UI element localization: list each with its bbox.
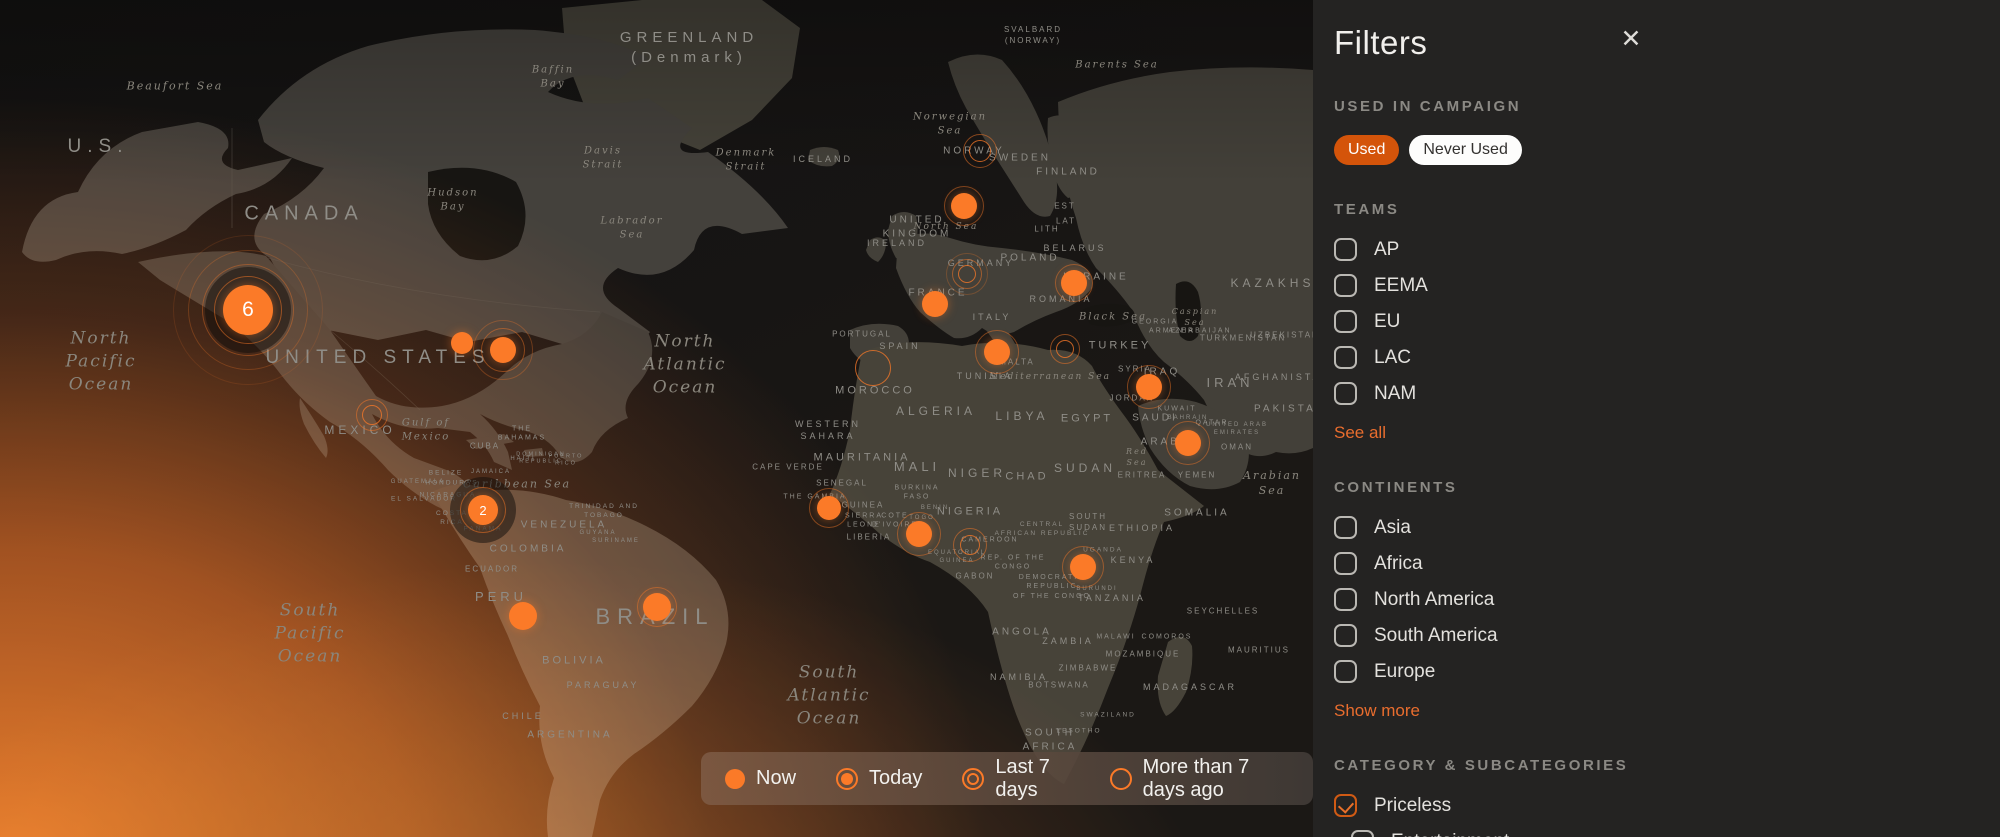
- checkbox-label: AP: [1374, 238, 1400, 260]
- legend-item: Last 7 days: [962, 756, 1069, 802]
- filter-option-entertainment[interactable]: Entertainment: [1351, 830, 1979, 837]
- checkbox-icon[interactable]: [1334, 238, 1357, 261]
- checkbox-label: Africa: [1374, 552, 1423, 574]
- legend-label: Today: [869, 767, 923, 789]
- map-legend: Now Today Last 7 days More than 7 days ago: [701, 752, 1313, 805]
- filter-option-ap[interactable]: AP: [1334, 238, 1979, 261]
- legend-label: Now: [756, 767, 797, 789]
- filter-section: CATEGORY & SUBCATEGORIES Priceless Enterta…: [1334, 757, 1979, 837]
- map-landmasses: [22, 0, 1313, 837]
- see-all-link[interactable]: See all: [1334, 423, 1386, 443]
- filter-section: USED IN CAMPAIGN Used Never Used: [1334, 98, 1979, 165]
- section-header: USED IN CAMPAIGN: [1334, 98, 1522, 115]
- checkbox-label: Entertainment: [1391, 831, 1509, 837]
- section-header: CATEGORY & SUBCATEGORIES: [1334, 757, 1629, 774]
- checkbox-icon[interactable]: [1334, 660, 1357, 683]
- legend-label: Last 7 days: [995, 755, 1050, 801]
- checkbox-label: NAM: [1374, 382, 1417, 404]
- checkbox-icon[interactable]: [1334, 624, 1357, 647]
- filter-option-lac[interactable]: LAC: [1334, 346, 1979, 369]
- checkbox-label: Europe: [1374, 660, 1436, 682]
- filter-option-priceless[interactable]: Priceless: [1334, 794, 1979, 817]
- checkbox-icon[interactable]: [1334, 516, 1357, 539]
- filters-panel: Filters ✕ USED IN CAMPAIGN Used Never Used…: [1313, 0, 2000, 837]
- close-icon[interactable]: ✕: [1616, 24, 1646, 54]
- checkbox-label: North America: [1374, 588, 1495, 610]
- checkbox-icon[interactable]: [1334, 274, 1357, 297]
- app-root: U.S. CANADA UNITED STATES MEXICO GREENLAND (…: [0, 0, 2000, 837]
- filter-option-eu[interactable]: EU: [1334, 310, 1979, 333]
- checkbox-icon[interactable]: [1334, 382, 1357, 405]
- checkbox-icon[interactable]: [1334, 346, 1357, 369]
- checkbox-icon[interactable]: [1334, 588, 1357, 611]
- checkbox-label: EU: [1374, 310, 1401, 332]
- now-filled-circle-icon: [725, 768, 745, 789]
- checkbox-label: LAC: [1374, 346, 1411, 368]
- filters-title: Filters: [1334, 24, 1428, 61]
- checkbox-icon[interactable]: [1334, 552, 1357, 575]
- pill-group: Used Never Used: [1334, 135, 1979, 165]
- never-used-pill-button[interactable]: Never Used: [1409, 135, 1522, 165]
- today-dot-ring-icon: [836, 767, 859, 790]
- checkbox-label: EEMA: [1374, 274, 1428, 296]
- legend-label: More than 7 days ago: [1142, 755, 1250, 801]
- checkbox-label: South America: [1374, 624, 1498, 646]
- last7days-double-ring-icon: [962, 767, 985, 790]
- filter-option-asia[interactable]: Asia: [1334, 516, 1979, 539]
- filters-sections: USED IN CAMPAIGN Used Never Used TEAMS AP EEM…: [1313, 98, 2000, 837]
- used-pill-button[interactable]: Used: [1334, 135, 1400, 165]
- checkbox-icon[interactable]: [1334, 310, 1357, 333]
- filter-section: TEAMS AP EEMA EU LAC NAM See all: [1334, 201, 1979, 443]
- filter-section: CONTINENTS Asia Africa North America South A…: [1334, 479, 1979, 721]
- section-header: CONTINENTS: [1334, 479, 1458, 496]
- filter-option-nam[interactable]: NAM: [1334, 382, 1979, 405]
- checkbox-label: Asia: [1374, 516, 1411, 538]
- checkbox-label: Priceless: [1374, 794, 1452, 816]
- world-map[interactable]: U.S. CANADA UNITED STATES MEXICO GREENLAND (…: [0, 0, 1313, 837]
- filter-option-europe[interactable]: Europe: [1334, 660, 1979, 683]
- legend-item: More than 7 days ago: [1109, 755, 1289, 802]
- filter-option-south-america[interactable]: South America: [1334, 624, 1979, 647]
- checkbox-icon[interactable]: [1351, 830, 1374, 837]
- filter-option-north-america[interactable]: North America: [1334, 588, 1979, 611]
- checked-checkbox-icon[interactable]: [1334, 794, 1357, 817]
- show-more-link[interactable]: Show more: [1334, 701, 1420, 721]
- legend-item: Now: [725, 767, 796, 790]
- filters-header: Filters ✕: [1313, 0, 2000, 62]
- section-header: TEAMS: [1334, 201, 1400, 218]
- legend-item: Today: [836, 767, 922, 790]
- older-ring-icon: [1109, 767, 1132, 790]
- filter-option-africa[interactable]: Africa: [1334, 552, 1979, 575]
- filter-option-eema[interactable]: EEMA: [1334, 274, 1979, 297]
